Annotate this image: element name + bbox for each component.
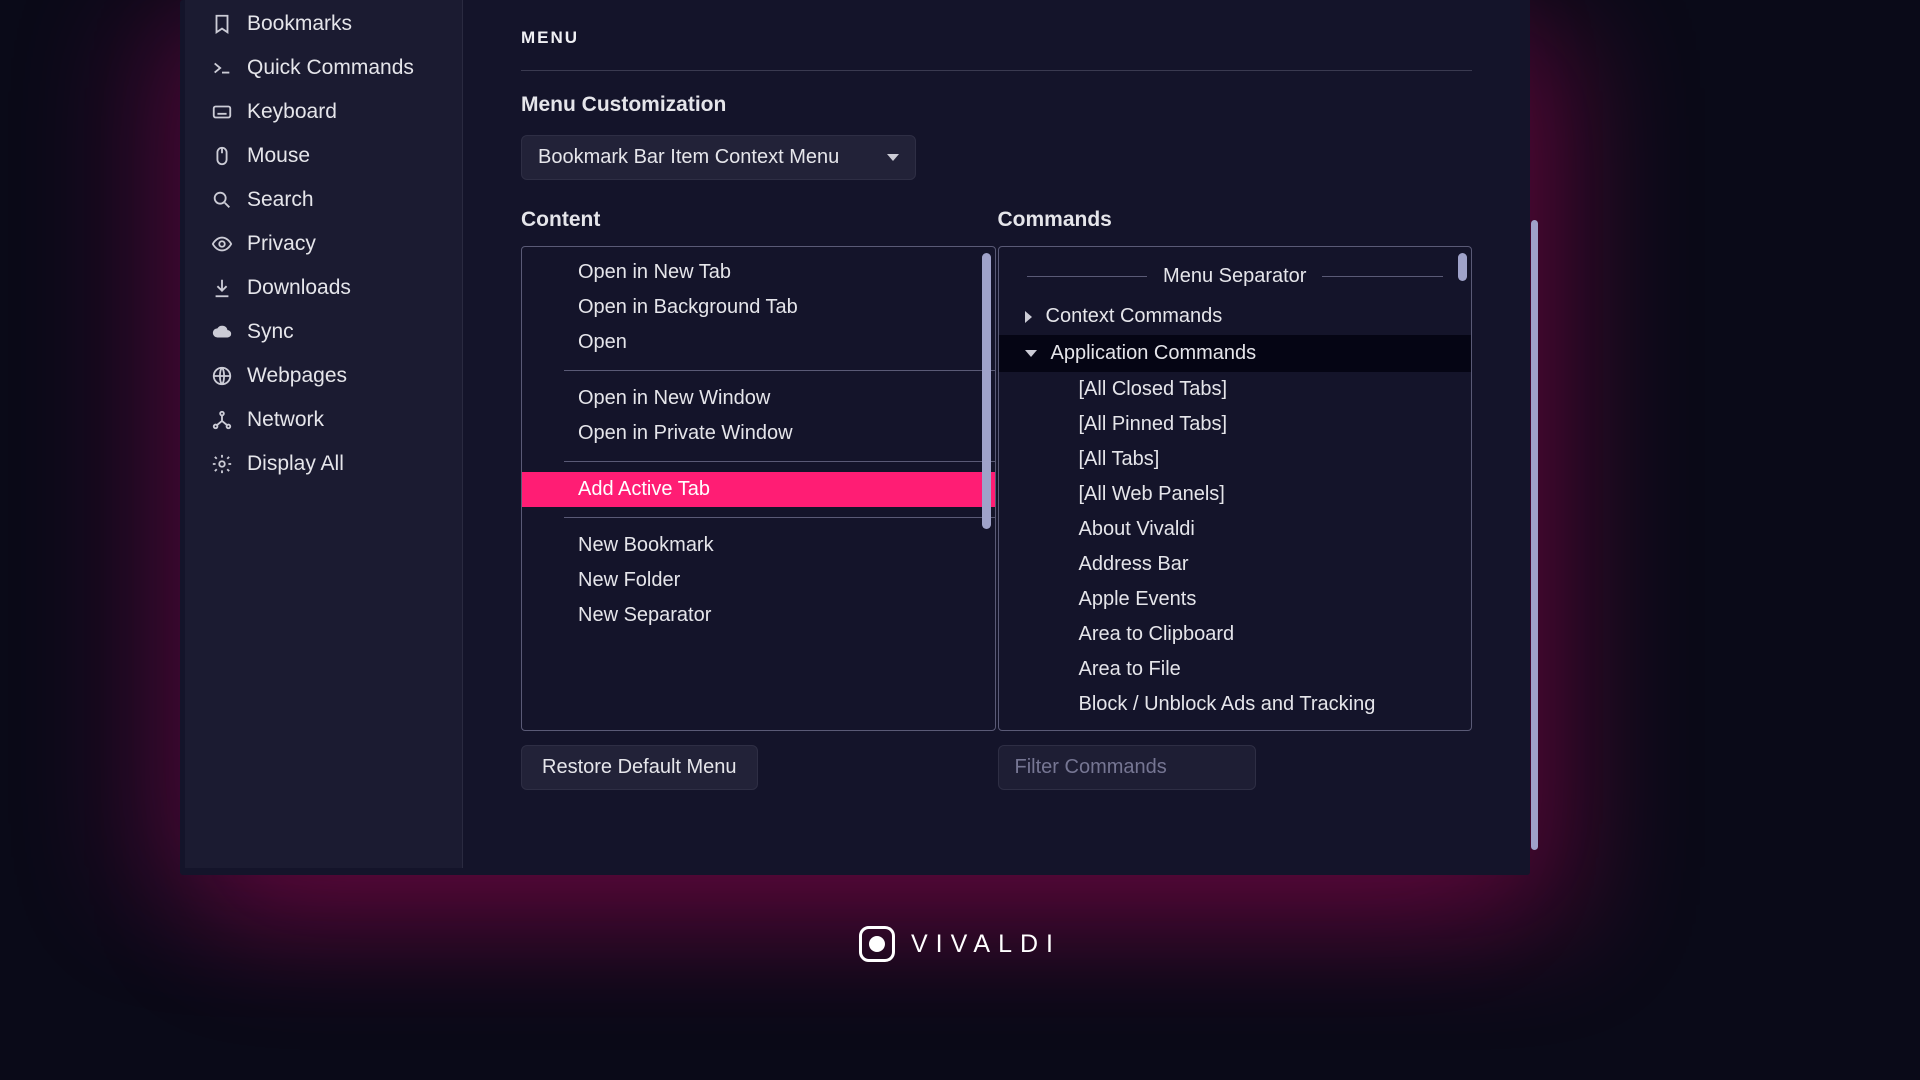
- sidebar-item-mouse[interactable]: Mouse: [185, 134, 462, 178]
- content-scrollbar[interactable]: [982, 253, 991, 724]
- content-item[interactable]: New Bookmark: [522, 528, 995, 563]
- sidebar-item-label: Network: [247, 408, 324, 432]
- prompt-icon: [211, 57, 233, 79]
- command-item[interactable]: About Vivaldi: [999, 512, 1472, 547]
- command-item[interactable]: Area to Clipboard: [999, 617, 1472, 652]
- content-item[interactable]: Open: [522, 325, 995, 360]
- download-icon: [211, 277, 233, 299]
- content-item[interactable]: New Folder: [522, 563, 995, 598]
- cloud-icon: [211, 321, 233, 343]
- chevron-down-icon: [887, 154, 899, 161]
- menu-separator: [564, 461, 995, 462]
- select-value: Bookmark Bar Item Context Menu: [538, 146, 839, 169]
- command-item[interactable]: [All Web Panels]: [999, 477, 1472, 512]
- commands-heading: Commands: [998, 208, 1473, 232]
- sidebar-item-sync[interactable]: Sync: [185, 310, 462, 354]
- command-group-label: Context Commands: [1046, 305, 1223, 328]
- menu-type-select[interactable]: Bookmark Bar Item Context Menu: [521, 135, 916, 180]
- sidebar-item-label: Sync: [247, 320, 294, 344]
- filter-commands-input[interactable]: [998, 745, 1256, 790]
- content-item[interactable]: New Separator: [522, 598, 995, 633]
- menu-separator: [564, 370, 995, 371]
- section-title: MENU: [521, 28, 1472, 71]
- command-item[interactable]: Block / Unblock Ads and Tracking: [999, 687, 1472, 722]
- content-item[interactable]: Open in Private Window: [522, 416, 995, 451]
- sidebar-item-display-all[interactable]: Display All: [185, 442, 462, 486]
- sidebar-item-label: Display All: [247, 452, 344, 476]
- menu-separator-draggable[interactable]: Menu Separator: [999, 255, 1472, 298]
- settings-sidebar: Bookmarks Quick Commands Keyboard Mouse …: [185, 0, 463, 868]
- sidebar-item-quick-commands[interactable]: Quick Commands: [185, 46, 462, 90]
- sidebar-item-privacy[interactable]: Privacy: [185, 222, 462, 266]
- content-item[interactable]: Add Active Tab: [522, 472, 995, 507]
- menu-customization-heading: Menu Customization: [521, 93, 1472, 117]
- vivaldi-brand: VIVALDI: [859, 926, 1061, 962]
- sidebar-item-label: Mouse: [247, 144, 310, 168]
- command-item[interactable]: [All Tabs]: [999, 442, 1472, 477]
- sidebar-item-label: Downloads: [247, 276, 351, 300]
- sidebar-item-label: Quick Commands: [247, 56, 414, 80]
- bookmark-icon: [211, 13, 233, 35]
- sidebar-item-label: Webpages: [247, 364, 347, 388]
- sidebar-item-webpages[interactable]: Webpages: [185, 354, 462, 398]
- search-icon: [211, 189, 233, 211]
- network-icon: [211, 409, 233, 431]
- vivaldi-logo-icon: [859, 926, 895, 962]
- eye-icon: [211, 233, 233, 255]
- command-item[interactable]: Address Bar: [999, 547, 1472, 582]
- command-item[interactable]: Area to File: [999, 652, 1472, 687]
- sidebar-item-label: Bookmarks: [247, 12, 352, 36]
- sidebar-item-network[interactable]: Network: [185, 398, 462, 442]
- command-item[interactable]: Apple Events: [999, 582, 1472, 617]
- command-item[interactable]: [All Closed Tabs]: [999, 372, 1472, 407]
- keyboard-icon: [211, 101, 233, 123]
- sidebar-item-downloads[interactable]: Downloads: [185, 266, 462, 310]
- commands-scrollbar[interactable]: [1458, 253, 1467, 724]
- sidebar-item-label: Search: [247, 188, 314, 212]
- menu-separator: [564, 517, 995, 518]
- content-item[interactable]: Open in New Window: [522, 381, 995, 416]
- sidebar-item-keyboard[interactable]: Keyboard: [185, 90, 462, 134]
- settings-main-panel: MENU Menu Customization Bookmark Bar Ite…: [463, 0, 1530, 868]
- sidebar-item-label: Keyboard: [247, 100, 337, 124]
- chevron-down-icon: [1025, 350, 1037, 357]
- command-item[interactable]: [All Pinned Tabs]: [999, 407, 1472, 442]
- content-list-box: Open in New TabOpen in Background TabOpe…: [521, 246, 996, 731]
- mouse-icon: [211, 145, 233, 167]
- restore-default-menu-button[interactable]: Restore Default Menu: [521, 745, 758, 790]
- command-group-label: Application Commands: [1051, 342, 1257, 365]
- globe-icon: [211, 365, 233, 387]
- main-scrollbar[interactable]: [1531, 220, 1538, 850]
- chevron-right-icon: [1025, 311, 1032, 323]
- gear-icon: [211, 453, 233, 475]
- content-heading: Content: [521, 208, 996, 232]
- content-item[interactable]: Open in Background Tab: [522, 290, 995, 325]
- command-group[interactable]: Context Commands: [999, 298, 1472, 335]
- sidebar-item-bookmarks[interactable]: Bookmarks: [185, 2, 462, 46]
- commands-list-box: Menu Separator Context Commands Applicatio…: [998, 246, 1473, 731]
- content-item[interactable]: Open in New Tab: [522, 255, 995, 290]
- sidebar-item-search[interactable]: Search: [185, 178, 462, 222]
- brand-text: VIVALDI: [911, 930, 1061, 959]
- sidebar-item-label: Privacy: [247, 232, 316, 256]
- command-group[interactable]: Application Commands: [999, 335, 1472, 372]
